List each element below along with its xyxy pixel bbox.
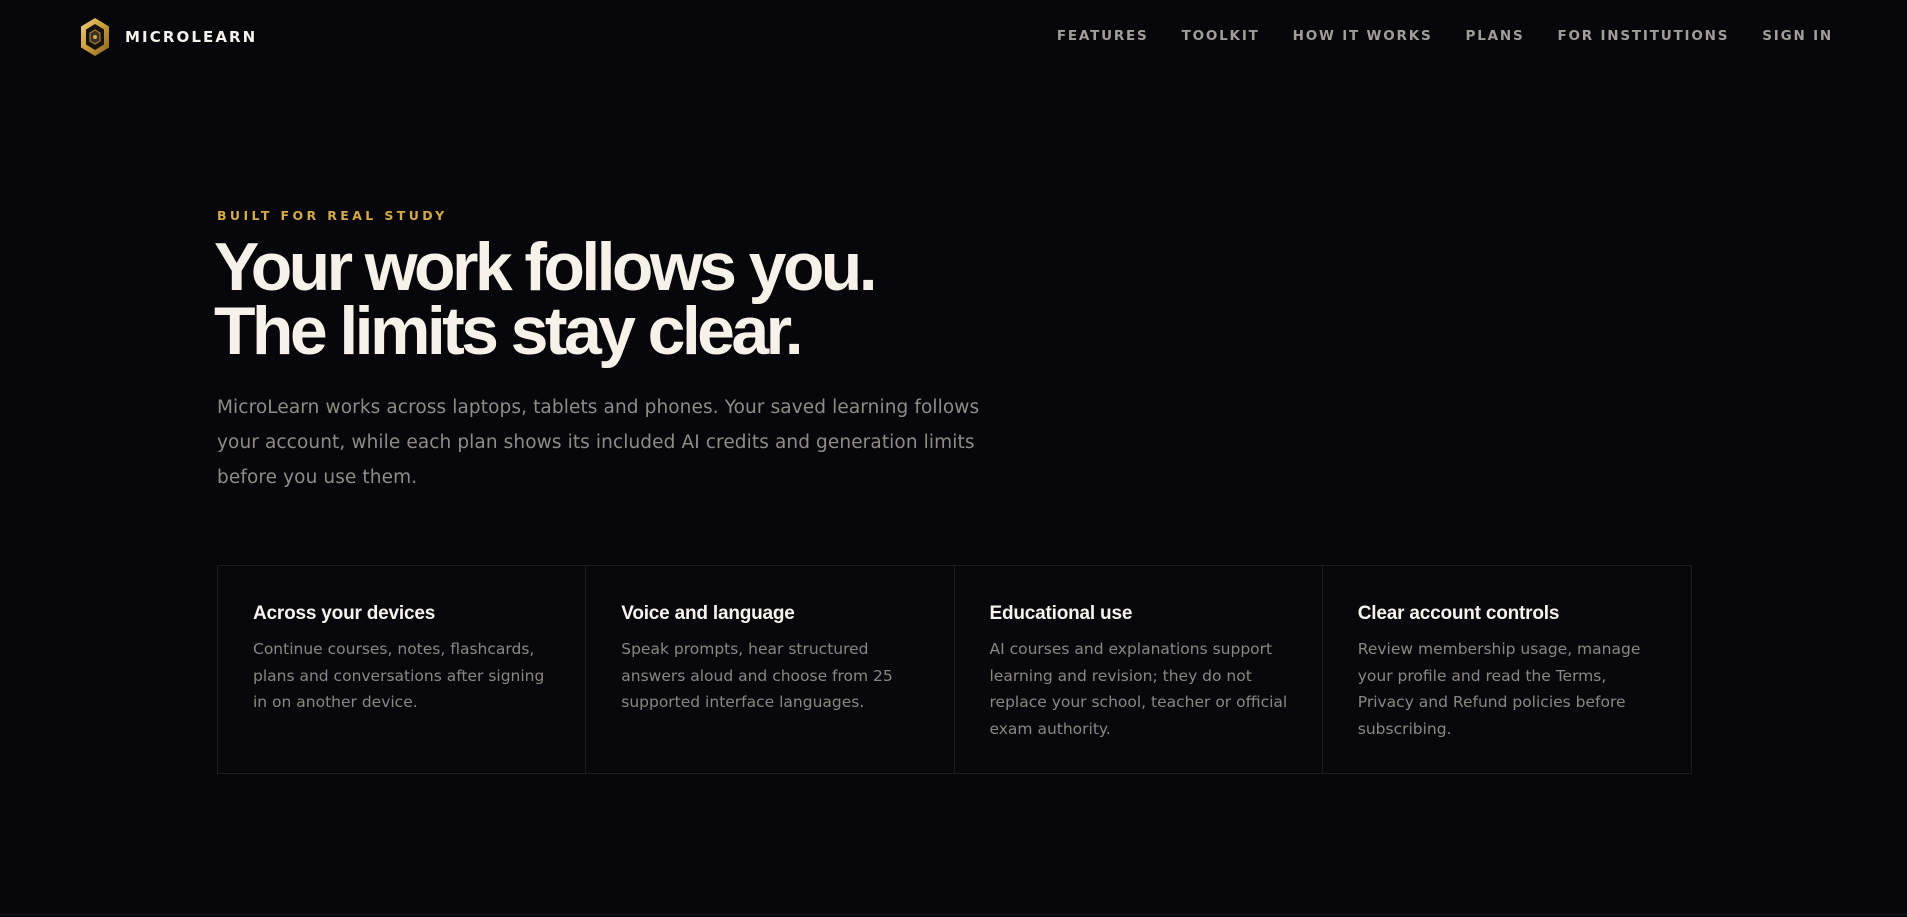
- feature-description: Speak prompts, hear structured answers a…: [621, 640, 893, 711]
- feature-title: Voice and language: [621, 603, 795, 624]
- hero-headline-line-1: Your work follows you.: [214, 229, 878, 305]
- section-divider: [0, 914, 1907, 915]
- brand-home-link[interactable]: MICROLEARN: [79, 17, 257, 57]
- feature-card-account-controls: Clear account controls Review membership…: [1323, 566, 1691, 773]
- site-header: MICROLEARN FEATURES TOOLKIT HOW IT WORKS…: [0, 0, 1907, 74]
- feature-grid: Across your devices Continue courses, no…: [217, 565, 1692, 774]
- nav-how-it-works[interactable]: HOW IT WORKS: [1293, 28, 1433, 44]
- hexagon-logo-icon: [81, 18, 109, 56]
- nav-features[interactable]: FEATURES: [1057, 28, 1149, 44]
- feature-title: Clear account controls: [1357, 603, 1560, 624]
- feature-description: AI courses and explanations support lear…: [989, 640, 1288, 738]
- nav-for-institutions[interactable]: FOR INSTITUTIONS: [1557, 28, 1729, 44]
- feature-card-voice-language: Voice and language Speak prompts, hear s…: [586, 566, 955, 773]
- brand-name: MICROLEARN: [125, 28, 258, 46]
- feature-card-devices: Across your devices Continue courses, no…: [218, 566, 587, 773]
- feature-title: Across your devices: [253, 603, 436, 624]
- feature-card-educational-use: Educational use AI courses and explanati…: [955, 566, 1323, 773]
- hero-eyebrow: BUILT FOR REAL STUDY: [217, 208, 448, 223]
- hero-lead-text: MicroLearn works across laptops, tablets…: [217, 397, 980, 488]
- hero-headline: Your work follows you. The limits stay c…: [214, 229, 878, 369]
- feature-description: Review membership usage, manage your pro…: [1357, 640, 1641, 738]
- hero-headline-line-2: The limits stay clear.: [214, 293, 804, 369]
- nav-toolkit[interactable]: TOOLKIT: [1182, 28, 1260, 44]
- nav-sign-in[interactable]: SIGN IN: [1762, 28, 1833, 44]
- feature-title: Educational use: [989, 603, 1133, 624]
- main-nav: FEATURES TOOLKIT HOW IT WORKS PLANS FOR …: [1057, 28, 1833, 44]
- feature-description: Continue courses, notes, flashcards, pla…: [253, 640, 545, 711]
- nav-plans[interactable]: PLANS: [1466, 28, 1525, 44]
